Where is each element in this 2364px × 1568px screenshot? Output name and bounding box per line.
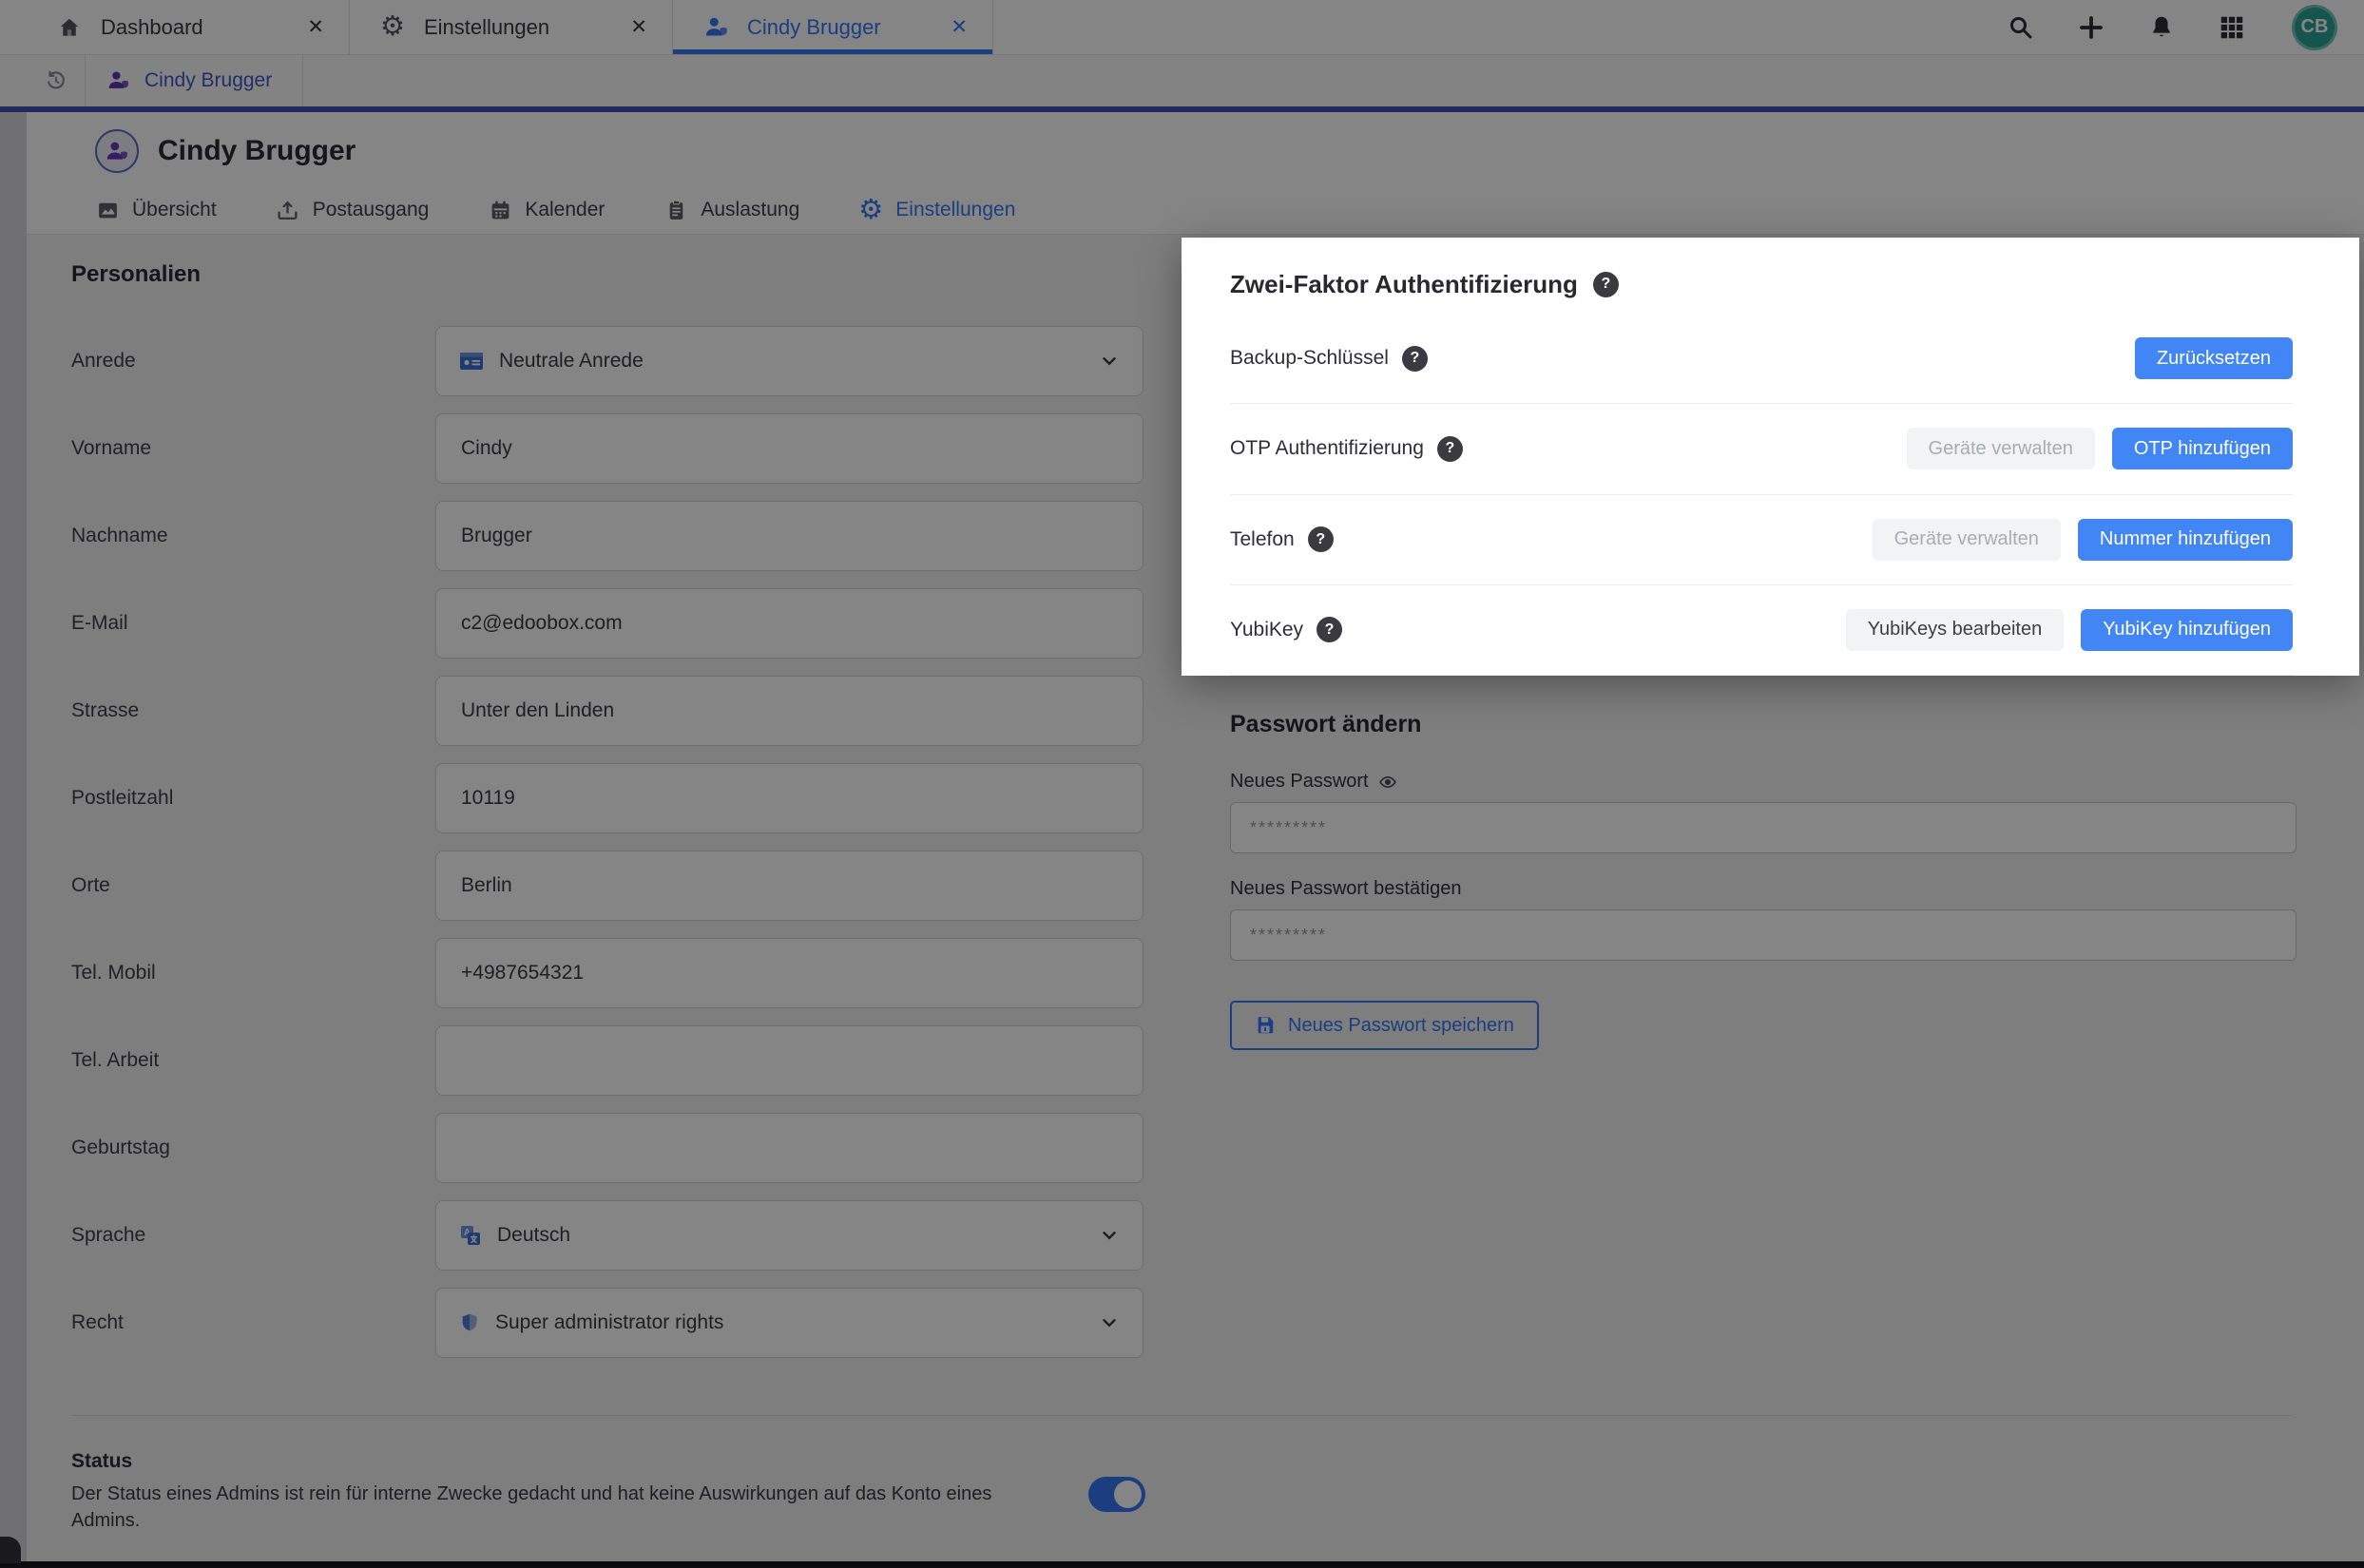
help-icon[interactable]: ? (1317, 617, 1343, 643)
twofa-title: Zwei-Faktor Authentifizierung (1230, 269, 1578, 298)
help-icon[interactable]: ? (1592, 271, 1619, 297)
twofa-row-yubikey: YubiKey ? YubiKeys bearbeiten YubiKey hi… (1230, 585, 2293, 676)
help-icon[interactable]: ? (1436, 435, 1463, 462)
geraete-verwalten-telefon-button[interactable]: Geräte verwalten (1872, 518, 2061, 561)
twofa-row-otp: OTP Authentifizierung ? Geräte verwalten… (1230, 404, 2293, 495)
twofa-panel: Zwei-Faktor Authentifizierung ? Backup-S… (1182, 238, 2359, 676)
twofa-row-backup: Backup-Schlüssel ? Zurücksetzen (1230, 314, 2293, 405)
row-label: Backup-Schlüssel (1230, 347, 1389, 370)
dim-overlay (0, 0, 2364, 1568)
bottom-edge-strip (0, 1561, 2364, 1568)
corner-widget (0, 1537, 21, 1563)
help-icon[interactable]: ? (1307, 526, 1334, 553)
help-icon[interactable]: ? (1401, 345, 1428, 372)
twofa-row-telefon: Telefon ? Geräte verwalten Nummer hinzuf… (1230, 495, 2293, 585)
geraete-verwalten-otp-button[interactable]: Geräte verwalten (1906, 428, 2095, 470)
otp-hinzufuegen-button[interactable]: OTP hinzufügen (2111, 428, 2293, 470)
zuruecksetzen-button[interactable]: Zurücksetzen (2134, 337, 2293, 380)
nummer-hinzufuegen-button[interactable]: Nummer hinzufügen (2077, 518, 2293, 561)
row-label: OTP Authentifizierung (1230, 437, 1424, 460)
row-label: Telefon (1230, 527, 1295, 550)
row-label: YubiKey (1230, 618, 1304, 641)
yubikeys-bearbeiten-button[interactable]: YubiKeys bearbeiten (1845, 608, 2065, 651)
yubikey-hinzufuegen-button[interactable]: YubiKey hinzufügen (2081, 608, 2293, 651)
